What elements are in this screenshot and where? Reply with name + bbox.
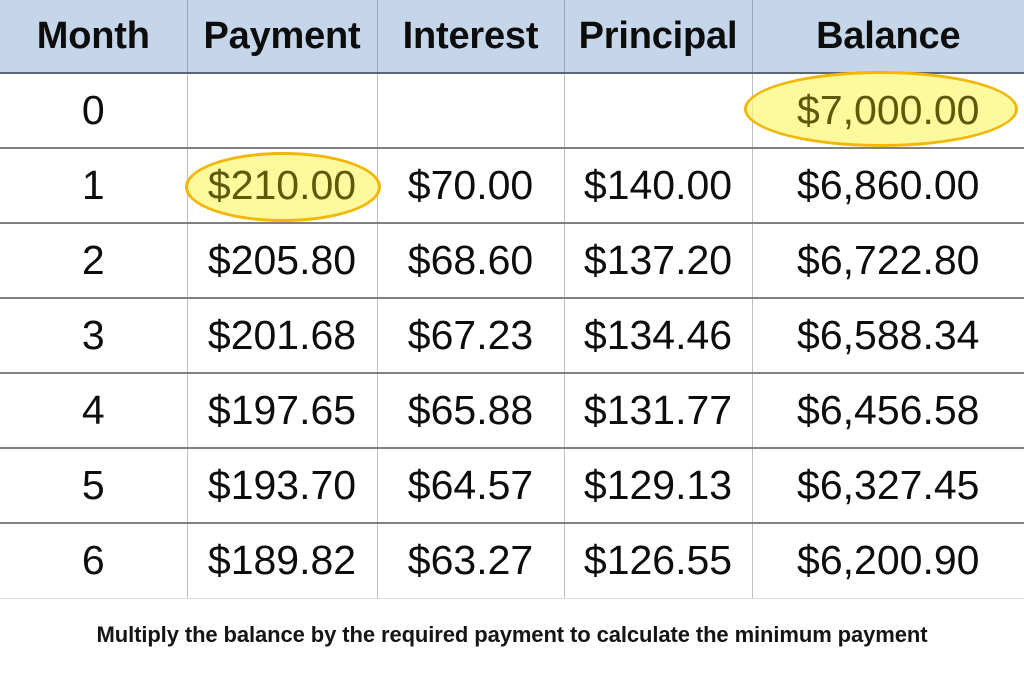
cell-payment-4: $197.65 bbox=[187, 373, 378, 449]
cell-payment-0 bbox=[187, 73, 378, 149]
cell-interest-4: $65.88 bbox=[377, 373, 565, 449]
cell-interest-1: $70.00 bbox=[377, 148, 565, 224]
column-header-month: Month bbox=[0, 0, 188, 74]
table-header-row: Month Payment Interest Principal Balance bbox=[0, 0, 1024, 74]
table-row: 1 $210.00 $70.00 $140.00 $6,860.00 bbox=[0, 148, 1024, 224]
cell-interest-2: $68.60 bbox=[377, 223, 565, 299]
table-row: 2 $205.80 $68.60 $137.20 $6,722.80 bbox=[0, 223, 1024, 299]
cell-month-0: 0 bbox=[0, 73, 188, 149]
highlighted-payment-value: $210.00 bbox=[207, 162, 357, 208]
cell-month-1: 1 bbox=[0, 148, 188, 224]
amortization-table: Month Payment Interest Principal Balance… bbox=[0, 0, 1024, 599]
table-row: 4 $197.65 $65.88 $131.77 $6,456.58 bbox=[0, 373, 1024, 449]
column-header-payment: Payment bbox=[187, 0, 378, 74]
cell-payment-6: $189.82 bbox=[187, 523, 378, 599]
cell-balance-4: $6,456.58 bbox=[752, 373, 1024, 449]
cell-month-4: 4 bbox=[0, 373, 188, 449]
cell-balance-1: $6,860.00 bbox=[752, 148, 1024, 224]
cell-principal-2: $137.20 bbox=[564, 223, 753, 299]
column-header-principal: Principal bbox=[564, 0, 753, 74]
cell-principal-4: $131.77 bbox=[564, 373, 753, 449]
cell-payment-1: $210.00 bbox=[187, 148, 378, 224]
cell-principal-1: $140.00 bbox=[564, 148, 753, 224]
table-row: 6 $189.82 $63.27 $126.55 $6,200.90 bbox=[0, 523, 1024, 599]
cell-payment-5: $193.70 bbox=[187, 448, 378, 524]
cell-interest-6: $63.27 bbox=[377, 523, 565, 599]
table-row: 0 $7,000.00 bbox=[0, 73, 1024, 149]
cell-payment-3: $201.68 bbox=[187, 298, 378, 374]
cell-month-6: 6 bbox=[0, 523, 188, 599]
cell-balance-5: $6,327.45 bbox=[752, 448, 1024, 524]
figure-caption: Multiply the balance by the required pay… bbox=[96, 622, 928, 647]
cell-balance-2: $6,722.80 bbox=[752, 223, 1024, 299]
cell-interest-3: $67.23 bbox=[377, 298, 565, 374]
cell-principal-3: $134.46 bbox=[564, 298, 753, 374]
highlighted-balance-value: $7,000.00 bbox=[797, 87, 980, 133]
cell-principal-6: $126.55 bbox=[564, 523, 753, 599]
cell-principal-0 bbox=[564, 73, 753, 149]
cell-interest-0 bbox=[377, 73, 565, 149]
cell-balance-3: $6,588.34 bbox=[752, 298, 1024, 374]
amortization-table-figure: Month Payment Interest Principal Balance… bbox=[0, 0, 1024, 683]
cell-month-3: 3 bbox=[0, 298, 188, 374]
cell-interest-5: $64.57 bbox=[377, 448, 565, 524]
cell-month-2: 2 bbox=[0, 223, 188, 299]
cell-month-5: 5 bbox=[0, 448, 188, 524]
cell-balance-0: $7,000.00 bbox=[752, 73, 1024, 149]
cell-principal-5: $129.13 bbox=[564, 448, 753, 524]
table-row: 5 $193.70 $64.57 $129.13 $6,327.45 bbox=[0, 448, 1024, 524]
column-header-balance: Balance bbox=[752, 0, 1024, 74]
cell-payment-2: $205.80 bbox=[187, 223, 378, 299]
table-row: 3 $201.68 $67.23 $134.46 $6,588.34 bbox=[0, 298, 1024, 374]
column-header-interest: Interest bbox=[377, 0, 565, 74]
cell-balance-6: $6,200.90 bbox=[752, 523, 1024, 599]
